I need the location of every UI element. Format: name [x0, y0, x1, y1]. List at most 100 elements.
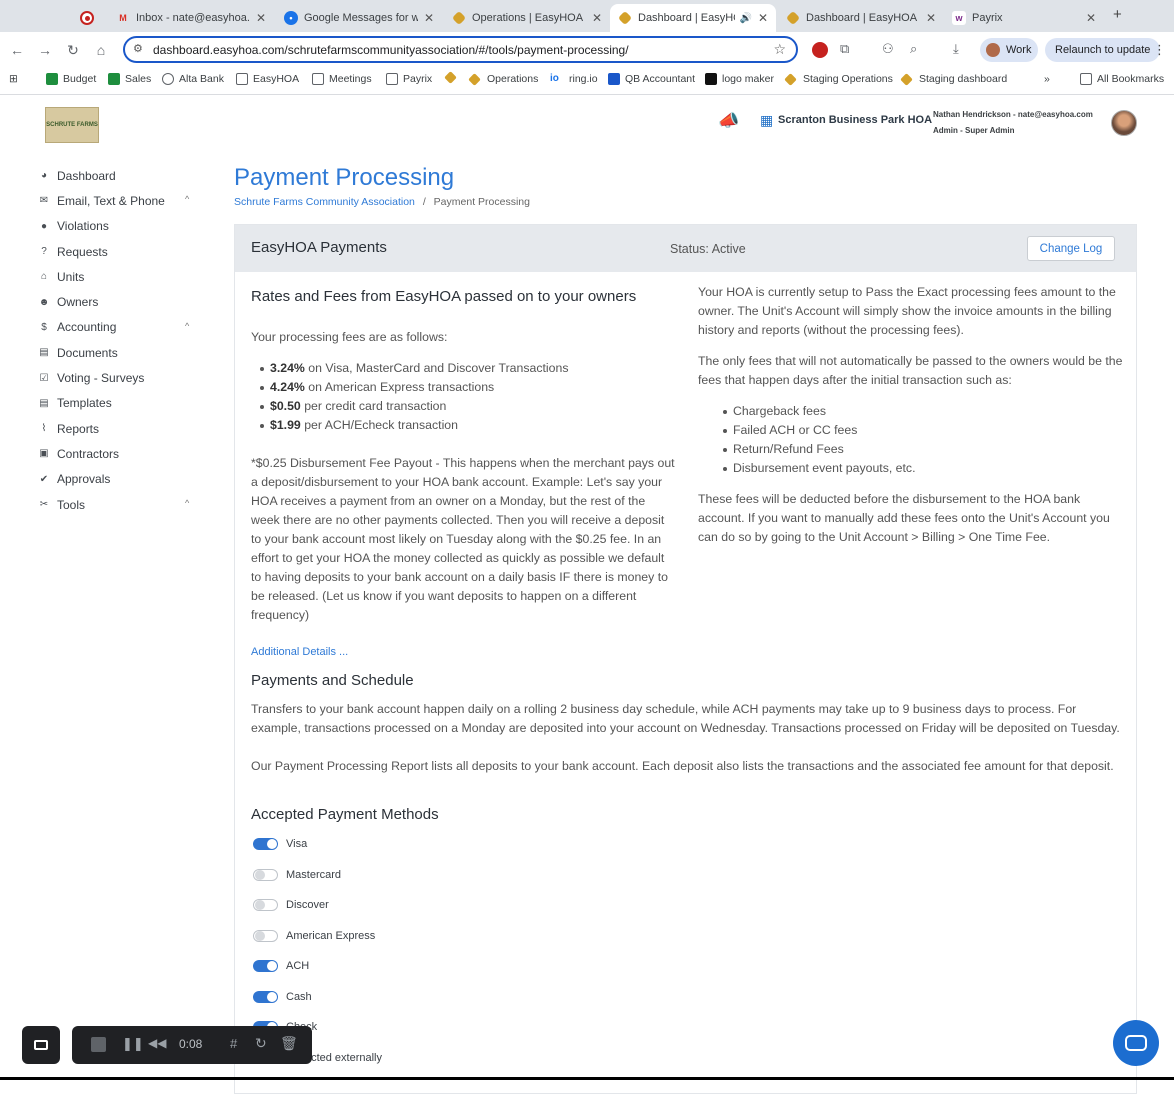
bookmark-alta-bank[interactable]: Alta Bank	[162, 73, 224, 85]
chevron-up-icon[interactable]: ^	[185, 321, 189, 331]
avatar[interactable]	[1111, 110, 1137, 136]
sidebar-item-requests[interactable]: ? Requests	[30, 239, 210, 264]
fee-amount: $1.99	[270, 418, 301, 432]
download-icon[interactable]: ⤓	[953, 41, 959, 57]
megaphone-icon[interactable]: 📣	[718, 111, 739, 131]
disbursement-note: *$0.25 Disbursement Fee Payout - This ha…	[251, 456, 675, 622]
sidebar-item-reports[interactable]: ⌇ Reports	[30, 416, 210, 441]
bookmark-operations[interactable]: Operations	[468, 72, 539, 86]
easyhoa-icon	[900, 72, 913, 86]
site-info-icon[interactable]: ⚙	[133, 42, 143, 55]
bookmark-staging-dashboard[interactable]: Staging dashboard	[900, 72, 1007, 86]
tab-dashboard[interactable]: Dashboard | EasyHOA ✕	[778, 4, 944, 32]
bookmark-qb-accountant[interactable]: QB Accountant	[608, 73, 695, 85]
payrix-icon: w	[952, 11, 966, 25]
back-icon[interactable]: ←	[6, 39, 28, 61]
all-bookmarks[interactable]: All Bookmarks	[1080, 73, 1164, 85]
grid-icon[interactable]: #	[230, 1036, 237, 1051]
rewind-icon[interactable]: ◀◀	[148, 1036, 166, 1050]
breadcrumb-separator: /	[422, 196, 426, 208]
sidebar-item-templates[interactable]: ▤ Templates	[30, 391, 210, 416]
breadcrumb-link[interactable]: Schrute Farms Community Association	[234, 196, 415, 208]
methods-heading: Accepted Payment Methods	[251, 806, 439, 823]
close-icon[interactable]: ✕	[926, 11, 936, 25]
sidebar-item-accounting[interactable]: $ Accounting ^	[30, 315, 210, 340]
sidebar-item-voting-surveys[interactable]: ☑ Voting - Surveys	[30, 365, 210, 390]
bookmark-easyhoa[interactable]: EasyHOA	[236, 73, 299, 85]
menu-icon[interactable]: ⋮	[1153, 42, 1166, 58]
close-icon[interactable]: ✕	[256, 11, 266, 25]
close-icon[interactable]: ✕	[1086, 11, 1096, 25]
toggle-knob	[255, 930, 265, 941]
toggle-switch[interactable]	[253, 899, 278, 911]
speaker-icon[interactable]: 🔊	[739, 13, 751, 24]
bookmarks-overflow-button[interactable]: »	[1044, 73, 1050, 85]
bookmark-sales[interactable]: Sales	[108, 73, 151, 85]
toggle-switch[interactable]	[253, 960, 278, 972]
excluded-fee-item: Failed ACH or CC fees	[723, 421, 857, 440]
toggle-switch[interactable]	[253, 838, 278, 850]
hoa-selector[interactable]: Scranton Business Park HOA	[778, 114, 932, 126]
tab-dashboard-active[interactable]: Dashboard | EasyHO 🔊 ✕	[610, 4, 776, 32]
bookmark-staging-operations[interactable]: Staging Operations	[784, 72, 893, 86]
excluded-fee-item: Return/Refund Fees	[723, 440, 844, 459]
chat-icon[interactable]	[1113, 1020, 1159, 1066]
tab-recording[interactable]	[72, 4, 102, 32]
bookmark-meetings[interactable]: Meetings	[312, 73, 372, 85]
tab-search-icon[interactable]: ⌕	[910, 41, 917, 57]
relaunch-button[interactable]: Relaunch to update	[1045, 38, 1161, 62]
sidebar-item-documents[interactable]: ▤ Documents	[30, 340, 210, 365]
bookmark-ring-io[interactable]: io ring.io	[550, 73, 598, 85]
extensions-icon[interactable]: ⧉	[840, 41, 849, 57]
new-tab-button[interactable]: +	[1113, 6, 1122, 23]
tab-inbox[interactable]: M Inbox - nate@easyhoa.co ✕	[108, 4, 274, 32]
toggle-switch[interactable]	[253, 868, 278, 881]
bookmark-label: Operations	[487, 73, 539, 85]
additional-details-link[interactable]: Additional Details ...	[251, 646, 348, 658]
sidebar-item-owners[interactable]: ☻ Owners	[30, 289, 210, 314]
home-icon[interactable]: ⌂	[90, 39, 112, 61]
sidebar-item-dashboard[interactable]: ◕ Dashboard	[30, 163, 210, 188]
hoa-logo[interactable]: SCHRUTE FARMS	[45, 107, 99, 143]
change-log-button[interactable]: Change Log	[1027, 236, 1115, 261]
bookmark-payrix[interactable]: Payrix	[386, 73, 432, 85]
apps-icon[interactable]: ⊞	[9, 73, 18, 85]
schedule-text: Transfers to your bank account happen da…	[251, 702, 1120, 735]
toggle-switch[interactable]	[253, 929, 278, 942]
bookmark-star-icon[interactable]: ☆	[773, 41, 786, 58]
tab-messages[interactable]: • Google Messages for we ✕	[276, 4, 442, 32]
incognito-icon[interactable]: ⚇	[882, 41, 894, 57]
bookmark-budget[interactable]: Budget	[46, 73, 96, 85]
reload-icon[interactable]: ↻	[62, 39, 84, 61]
chevron-up-icon[interactable]: ^	[185, 498, 189, 508]
tab-operations[interactable]: Operations | EasyHOA ✕	[444, 4, 610, 32]
close-icon[interactable]: ✕	[424, 11, 434, 25]
forward-icon[interactable]: →	[34, 39, 56, 61]
tab-payrix[interactable]: w Payrix ✕	[944, 4, 1104, 32]
camera-icon[interactable]	[22, 1026, 60, 1064]
rates-heading: Rates and Fees from EasyHOA passed on to…	[251, 288, 637, 305]
fee-item: 3.24% on Visa, MasterCard and Discover T…	[260, 359, 568, 378]
restart-icon[interactable]: ↻	[255, 1035, 267, 1052]
pause-icon[interactable]: ❚❚	[122, 1036, 144, 1052]
tab-title: Payrix	[972, 12, 1003, 24]
sidebar-item-tools[interactable]: ✂ Tools ^	[30, 492, 210, 517]
bookmark-easyhoa-logo[interactable]	[444, 71, 460, 84]
extension-badge-icon[interactable]	[812, 42, 828, 58]
sidebar-item-units[interactable]: ⌂ Units	[30, 264, 210, 289]
sidebar-item-contractors[interactable]: ▣ Contractors	[30, 441, 210, 466]
stop-icon[interactable]	[91, 1037, 106, 1052]
sidebar-item-email-text-phone[interactable]: ✉ Email, Text & Phone ^	[30, 188, 210, 213]
sidebar-item-approvals[interactable]: ✔ Approvals	[30, 467, 210, 492]
bookmark-logo-maker[interactable]: logo maker	[705, 73, 774, 85]
close-icon[interactable]: ✕	[758, 11, 768, 25]
close-icon[interactable]: ✕	[592, 11, 602, 25]
bookmark-label: Payrix	[403, 73, 433, 85]
users-icon: ☻	[38, 296, 50, 308]
sidebar-item-violations[interactable]: ● Violations	[30, 214, 210, 239]
address-bar[interactable]: ⚙ dashboard.easyhoa.com/schrutefarmscomm…	[123, 36, 798, 63]
chevron-up-icon[interactable]: ^	[185, 194, 189, 204]
toggle-switch[interactable]	[253, 990, 278, 1003]
trash-icon[interactable]: 🗑	[280, 1035, 298, 1052]
profile-chip[interactable]: Work	[980, 38, 1038, 62]
